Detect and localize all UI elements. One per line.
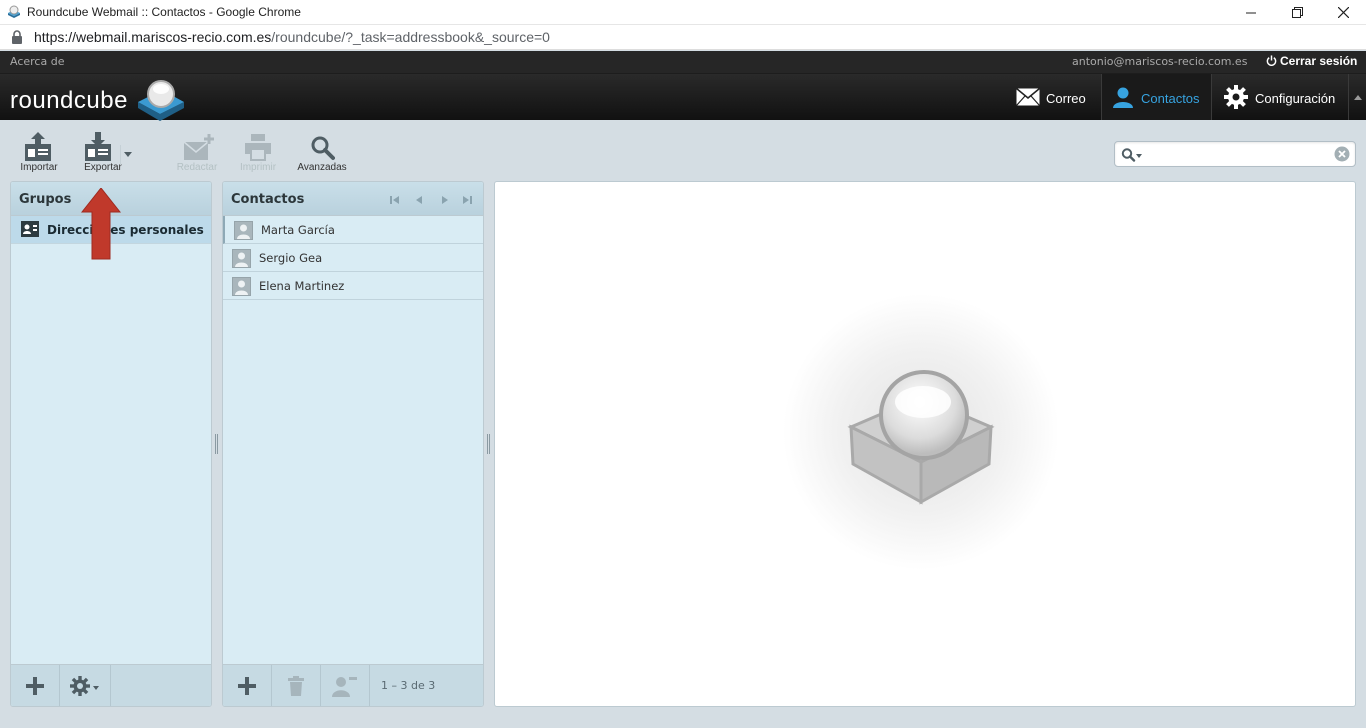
advanced-label: Avanzadas	[297, 162, 347, 173]
restore-button[interactable]	[1274, 0, 1320, 25]
contact-name: Elena Martinez	[259, 279, 345, 293]
export-dropdown-button[interactable]	[120, 145, 134, 165]
person-icon	[237, 224, 250, 239]
contact-name: Marta García	[261, 223, 335, 237]
envelope-icon	[1016, 88, 1040, 106]
magnifier-icon	[311, 136, 335, 160]
roundcube-watermark-icon	[783, 294, 1059, 570]
compose-mail-icon	[183, 134, 214, 160]
nav-mail[interactable]: Correo	[1006, 74, 1101, 120]
search-input[interactable]	[1147, 145, 1327, 163]
contact-avatar	[232, 249, 251, 268]
groups-splitter[interactable]	[214, 434, 219, 454]
contacts-footer: 1 – 3 de 3	[223, 664, 483, 706]
app-header: roundcube Correo Contactos Configuración	[0, 74, 1366, 121]
contacts-count: 1 – 3 de 3	[381, 679, 436, 692]
compose-button[interactable]: Redactar	[167, 130, 227, 176]
header-menu-toggle[interactable]	[1348, 74, 1366, 120]
contacts-panel: Contactos Marta García Sergio Gea Elena …	[222, 181, 484, 707]
import-icon	[25, 132, 51, 161]
contact-person-icon	[1113, 87, 1133, 108]
restore-icon	[1291, 7, 1303, 18]
contacts-header: Contactos	[223, 182, 483, 216]
compose-label: Redactar	[176, 162, 218, 173]
person-icon	[235, 252, 248, 267]
contact-row[interactable]: Marta García	[223, 216, 483, 244]
print-label: Imprimir	[239, 162, 277, 173]
chevron-down-icon	[124, 152, 132, 157]
group-options-button[interactable]	[60, 665, 111, 706]
url-text[interactable]: https://webmail.mariscos-recio.com.es/ro…	[34, 29, 550, 45]
next-page-icon[interactable]	[439, 195, 449, 205]
chevron-up-icon	[1354, 95, 1362, 100]
nav-mail-label: Correo	[1046, 91, 1086, 106]
url-path: /roundcube/?_task=addressbook&_source=0	[271, 29, 550, 45]
last-page-icon[interactable]	[462, 195, 472, 205]
remove-from-group-button[interactable]	[321, 665, 370, 706]
nav-settings-label: Configuración	[1255, 91, 1336, 106]
roundcube-logo[interactable]: roundcube	[10, 76, 190, 121]
first-page-icon[interactable]	[390, 195, 400, 205]
delete-contact-button[interactable]	[272, 665, 321, 706]
import-button[interactable]: Importar	[9, 130, 69, 176]
nav-contacts[interactable]: Contactos	[1101, 74, 1212, 120]
remove-user-icon	[332, 677, 357, 697]
clear-search-icon[interactable]	[1334, 146, 1350, 162]
quick-search[interactable]	[1114, 141, 1356, 167]
minimize-button[interactable]	[1228, 0, 1274, 25]
top-line: Acerca de antonio@mariscos-recio.com.es …	[0, 51, 1366, 74]
close-icon	[1337, 6, 1349, 19]
logo-text: roundcube	[10, 87, 128, 114]
browser-titlebar: Roundcube Webmail :: Contactos - Google …	[0, 0, 1366, 25]
plus-icon	[238, 677, 256, 695]
roundcube-favicon-icon	[8, 5, 20, 18]
about-link[interactable]: Acerca de	[10, 55, 64, 68]
close-window-button[interactable]	[1320, 0, 1366, 25]
gear-icon	[70, 676, 99, 696]
contacts-title: Contactos	[231, 192, 305, 207]
contact-avatar	[232, 277, 251, 296]
contact-avatar	[234, 221, 253, 240]
add-contact-button[interactable]	[223, 665, 272, 706]
contact-row[interactable]: Sergio Gea	[223, 244, 483, 272]
logout-label: Cerrar sesión	[1280, 54, 1358, 68]
export-icon	[85, 132, 111, 161]
username: antonio@mariscos-recio.com.es	[1072, 55, 1248, 68]
contacts-splitter[interactable]	[486, 434, 491, 454]
trash-icon	[288, 676, 304, 696]
person-icon	[235, 280, 248, 295]
contact-preview-frame	[494, 181, 1356, 707]
previous-page-icon[interactable]	[415, 195, 425, 205]
print-button[interactable]: Imprimir	[228, 130, 288, 176]
add-group-button[interactable]	[11, 665, 60, 706]
contact-name: Sergio Gea	[259, 251, 323, 265]
roundcube-cube-icon	[138, 80, 184, 121]
annotation-arrow	[81, 188, 121, 260]
group-item-label: Direcciones personales	[47, 223, 204, 237]
search-options-icon[interactable]	[1121, 148, 1145, 162]
nav-contacts-label: Contactos	[1141, 91, 1200, 106]
groups-title: Grupos	[19, 192, 72, 207]
power-icon	[1266, 55, 1277, 66]
window-title: Roundcube Webmail :: Contactos - Google …	[27, 5, 301, 19]
contact-row[interactable]: Elena Martinez	[223, 272, 483, 300]
lock-icon	[12, 30, 22, 44]
address-bar[interactable]: https://webmail.mariscos-recio.com.es/ro…	[0, 25, 1366, 50]
gear-icon	[1224, 85, 1248, 109]
advanced-search-button[interactable]: Avanzadas	[292, 130, 352, 176]
logout-link[interactable]: Cerrar sesión	[1266, 54, 1357, 68]
import-label: Importar	[20, 162, 58, 173]
address-book-icon	[21, 221, 39, 237]
plus-icon	[26, 677, 44, 695]
groups-footer	[11, 664, 211, 706]
nav-settings[interactable]: Configuración	[1212, 74, 1348, 120]
minimize-icon	[1246, 12, 1256, 14]
url-host: https://webmail.mariscos-recio.com.es	[34, 29, 272, 45]
printer-icon	[245, 134, 271, 161]
